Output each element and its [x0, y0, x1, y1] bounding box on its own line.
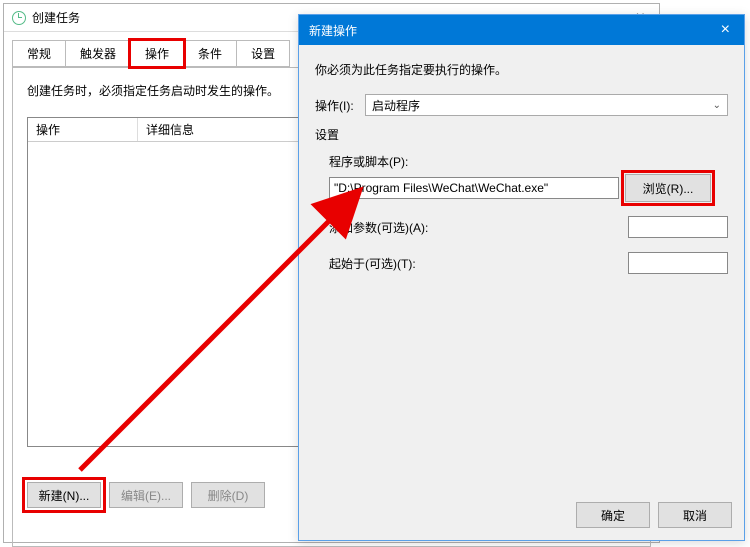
tab-triggers[interactable]: 触发器: [65, 40, 131, 67]
program-label: 程序或脚本(P):: [329, 153, 728, 170]
operation-label: 操作(I):: [315, 97, 365, 114]
tab-actions[interactable]: 操作: [130, 40, 184, 67]
args-input[interactable]: [628, 216, 728, 238]
startin-input[interactable]: [628, 252, 728, 274]
action-buttons-row: 新建(N)... 编辑(E)... 删除(D): [27, 482, 265, 508]
action-titlebar: 新建操作 ×: [299, 15, 744, 45]
program-row: 浏览(R)...: [329, 174, 728, 202]
ok-button[interactable]: 确定: [576, 502, 650, 528]
dialog-button-row: 确定 取消: [576, 502, 732, 528]
settings-block: 程序或脚本(P): 浏览(R)... 添加参数(可选)(A): 起始于(可选)(…: [315, 153, 728, 274]
operation-row: 操作(I): 启动程序 ⌄: [315, 94, 728, 116]
cancel-button[interactable]: 取消: [658, 502, 732, 528]
program-input[interactable]: [329, 177, 619, 199]
instruction-text: 你必须为此任务指定要执行的操作。: [315, 61, 728, 78]
edit-action-button: 编辑(E)...: [109, 482, 183, 508]
new-action-button[interactable]: 新建(N)...: [27, 482, 101, 508]
action-dialog-body: 你必须为此任务指定要执行的操作。 操作(I): 启动程序 ⌄ 设置 程序或脚本(…: [299, 45, 744, 290]
chevron-down-icon: ⌄: [713, 100, 721, 111]
close-icon[interactable]: ×: [717, 21, 734, 39]
tab-conditions[interactable]: 条件: [183, 40, 237, 67]
args-row: 添加参数(可选)(A):: [329, 216, 728, 238]
action-dialog-title: 新建操作: [309, 22, 717, 39]
settings-section-label: 设置: [315, 126, 728, 143]
startin-row: 起始于(可选)(T):: [329, 252, 728, 274]
delete-action-button: 删除(D): [191, 482, 265, 508]
column-action: 操作: [28, 118, 138, 141]
tab-settings[interactable]: 设置: [236, 40, 290, 67]
task-scheduler-icon: [12, 11, 26, 25]
operation-value: 启动程序: [372, 97, 420, 114]
new-action-dialog: 新建操作 × 你必须为此任务指定要执行的操作。 操作(I): 启动程序 ⌄ 设置…: [298, 14, 745, 541]
args-label: 添加参数(可选)(A):: [329, 219, 428, 236]
startin-label: 起始于(可选)(T):: [329, 255, 416, 272]
operation-select[interactable]: 启动程序 ⌄: [365, 94, 728, 116]
tab-general[interactable]: 常规: [12, 40, 66, 67]
browse-button[interactable]: 浏览(R)...: [625, 174, 711, 202]
